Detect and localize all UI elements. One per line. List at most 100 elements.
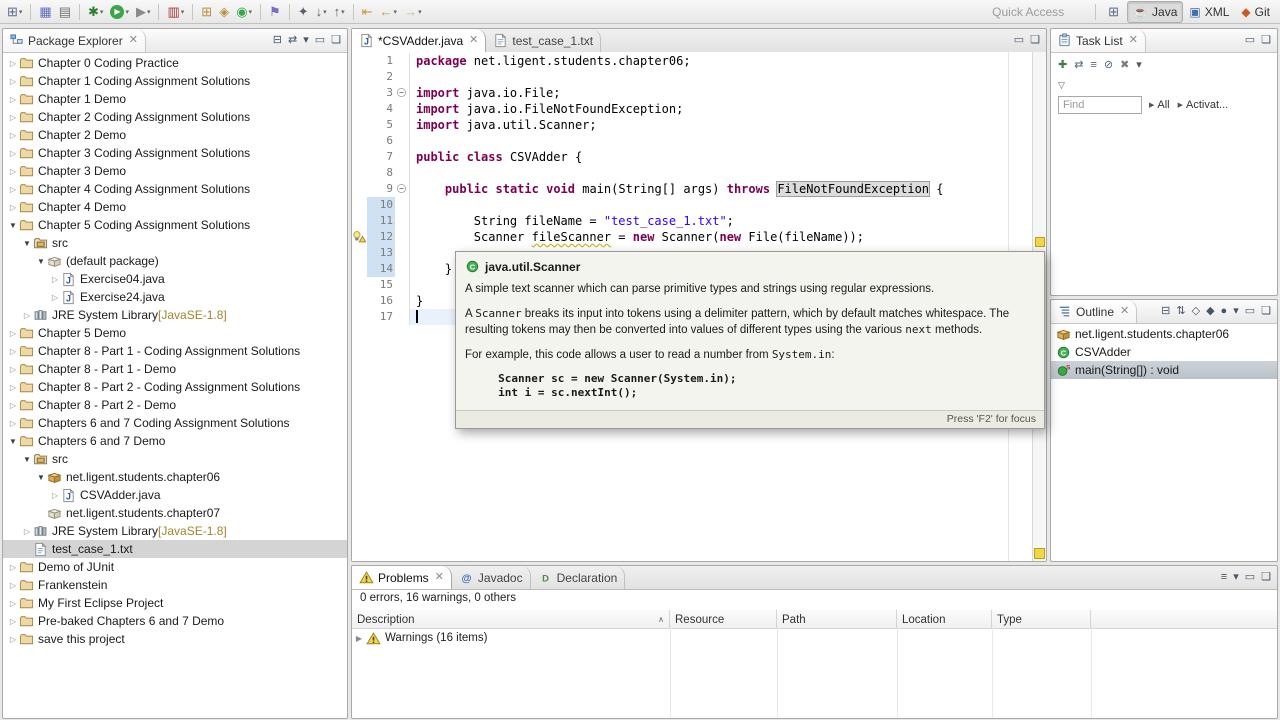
tree-item[interactable]: ▷ Chapter 5 Demo	[3, 324, 347, 342]
warning-marker[interactable]	[1035, 237, 1045, 247]
minimize-button[interactable]: ▭	[1245, 35, 1255, 46]
collapsed-arrow-icon[interactable]: ▷	[7, 77, 19, 86]
previous-annotation-button[interactable]: ↑ ▾	[331, 2, 348, 22]
tree-item[interactable]: ▷ Chapter 8 - Part 1 - Demo	[3, 360, 347, 378]
expanded-arrow-icon[interactable]: ▼	[21, 239, 33, 248]
tree-item[interactable]: ▷ My First Eclipse Project	[3, 594, 347, 612]
task-find-input[interactable]	[1058, 96, 1142, 114]
expanded-arrow-icon[interactable]: ▼	[35, 473, 47, 482]
tree-item[interactable]: ▷ Chapter 2 Coding Assignment Solutions	[3, 108, 347, 126]
new-class-button[interactable]: ◉ ▾	[233, 2, 255, 22]
expanded-arrow-icon[interactable]: ▼	[7, 437, 19, 446]
perspective-java-button[interactable]: ☕ Java	[1127, 0, 1184, 23]
column-header-path[interactable]: Path	[777, 610, 897, 628]
collapsed-arrow-icon[interactable]: ▷	[7, 581, 19, 590]
hide-non-public-button[interactable]: ●	[1221, 306, 1228, 317]
filter-button[interactable]: ≡	[1221, 572, 1227, 583]
collapsed-arrow-icon[interactable]: ▷	[7, 149, 19, 158]
close-icon[interactable]: ✕	[1120, 306, 1129, 317]
perspective-git-button[interactable]: ◆ Git	[1235, 1, 1276, 23]
maximize-button[interactable]: ❏	[1261, 35, 1271, 46]
link-with-editor-button[interactable]: ⇄	[288, 35, 297, 46]
tree-item[interactable]: net.ligent.students.chapter07	[3, 504, 347, 522]
minimize-button[interactable]: ▭	[1014, 35, 1024, 46]
fold-collapse-icon[interactable]	[396, 183, 407, 194]
collapsed-arrow-icon[interactable]: ▷	[7, 203, 19, 212]
code-line[interactable]: 7 public class CSVAdder {	[352, 149, 1032, 165]
code-line[interactable]: 12 Scanner fileScanner = new Scanner(new…	[352, 229, 1032, 245]
tree-item[interactable]: ▷ Frankenstein	[3, 576, 347, 594]
column-header-resource[interactable]: Resource	[670, 610, 777, 628]
view-menu-button[interactable]: ▾	[1233, 306, 1239, 317]
code-line[interactable]: 11 String fileName = "test_case_1.txt";	[352, 213, 1032, 229]
tree-item[interactable]: ▷ Chapter 8 - Part 1 - Coding Assignment …	[3, 342, 347, 360]
collapsed-arrow-icon[interactable]: ▷	[7, 635, 19, 644]
quickfix-warning-icon[interactable]	[352, 230, 366, 244]
delete-button[interactable]: ✖	[1120, 59, 1129, 71]
code-line[interactable]: 9 public static void main(String[] args)…	[352, 181, 1032, 197]
tree-item[interactable]: ▷ J CSVAdder.java	[3, 486, 347, 504]
tree-item[interactable]: ▷ Demo of JUnit	[3, 558, 347, 576]
close-icon[interactable]: ✕	[435, 572, 444, 583]
tree-item[interactable]: ▷ J Exercise04.java	[3, 270, 347, 288]
column-header-type[interactable]: Type	[992, 610, 1091, 628]
new-task-button[interactable]: ✚	[1058, 59, 1067, 71]
close-icon[interactable]: ✕	[1129, 35, 1138, 46]
fold-collapse-icon[interactable]	[396, 87, 407, 98]
package-explorer-tab[interactable]: Package Explorer ✕	[3, 29, 146, 52]
next-annotation-button[interactable]: ↓ ▾	[313, 2, 330, 22]
tree-item[interactable]: ▷ Chapter 1 Coding Assignment Solutions	[3, 72, 347, 90]
maximize-button[interactable]: ❏	[331, 35, 341, 46]
external-tools-button[interactable]: ▶ ▾	[133, 2, 154, 22]
expanded-arrow-icon[interactable]: ▼	[21, 455, 33, 464]
code-line[interactable]: 4 import java.io.FileNotFoundException;	[352, 101, 1032, 117]
hide-fields-button[interactable]: ◇	[1192, 306, 1200, 317]
link-with-editor-button[interactable]: ⇄	[1074, 59, 1083, 71]
new-java-project-button[interactable]: ⊞	[198, 2, 215, 22]
print-button[interactable]: ▤	[56, 2, 74, 22]
tree-item[interactable]: ▷ Chapter 3 Coding Assignment Solutions	[3, 144, 347, 162]
editor-tab[interactable]: test_case_1.txt	[486, 29, 602, 52]
open-perspective-button[interactable]: ⊞	[1105, 2, 1122, 22]
problems-tab-declaration[interactable]: D Declaration	[531, 566, 626, 589]
collapsed-arrow-icon[interactable]: ▷	[7, 59, 19, 68]
outline-item[interactable]: C CSVAdder	[1051, 343, 1277, 361]
tree-item[interactable]: ▷ Chapter 8 - Part 2 - Demo	[3, 396, 347, 414]
expanded-arrow-icon[interactable]: ▼	[7, 221, 19, 230]
collapsed-arrow-icon[interactable]: ▷	[49, 275, 61, 284]
close-icon[interactable]: ✕	[129, 35, 138, 46]
collapsed-arrow-icon[interactable]: ▷	[21, 527, 33, 536]
collapsed-arrow-icon[interactable]: ▷	[7, 113, 19, 122]
collapsed-arrow-icon[interactable]: ▶	[352, 634, 366, 643]
tree-item[interactable]: ▷ Chapter 2 Demo	[3, 126, 347, 144]
tree-item[interactable]: ▷ Chapter 3 Demo	[3, 162, 347, 180]
outline-item[interactable]: net.ligent.students.chapter06	[1051, 325, 1277, 343]
collapse-all-button[interactable]: ⊟	[1161, 306, 1170, 317]
collapsed-arrow-icon[interactable]: ▷	[49, 491, 61, 500]
column-header-description[interactable]: Description ∧	[352, 610, 670, 628]
code-line[interactable]: 3 import java.io.File;	[352, 85, 1032, 101]
tree-item[interactable]: ▼ Chapter 5 Coding Assignment Solutions	[3, 216, 347, 234]
outline-item[interactable]: Smain(String[]) : void	[1051, 361, 1277, 379]
fold-column[interactable]	[395, 181, 410, 197]
collapse-all-button[interactable]: ⊟	[273, 35, 282, 46]
quick-access-box[interactable]: Quick Access	[986, 3, 1086, 21]
column-header-location[interactable]: Location	[897, 610, 992, 628]
code-line[interactable]: 6	[352, 133, 1032, 149]
editor-tab[interactable]: J *CSVAdder.java ✕	[352, 29, 487, 52]
save-button[interactable]: ▦	[36, 2, 54, 22]
hide-static-members-button[interactable]: ◆	[1206, 306, 1214, 317]
categorized-button[interactable]: ≡	[1090, 59, 1096, 71]
collapsed-arrow-icon[interactable]: ▷	[7, 419, 19, 428]
view-menu-button[interactable]: ▾	[303, 35, 309, 46]
tree-item[interactable]: ▷ Chapter 4 Demo	[3, 198, 347, 216]
collapsed-arrow-icon[interactable]: ▷	[7, 617, 19, 626]
problems-tab-javadoc[interactable]: @ Javadoc	[452, 566, 531, 589]
problems-row[interactable]: ▶ Warnings (16 items)	[352, 629, 1277, 647]
hide-completed-button[interactable]: ⊘	[1104, 59, 1113, 71]
tree-item[interactable]: test_case_1.txt	[3, 540, 347, 558]
maximize-button[interactable]: ❏	[1030, 35, 1040, 46]
task-filter-chevron[interactable]: ▽	[1051, 77, 1277, 93]
collapsed-arrow-icon[interactable]: ▷	[7, 185, 19, 194]
open-task-button[interactable]: ⚑	[266, 2, 284, 22]
